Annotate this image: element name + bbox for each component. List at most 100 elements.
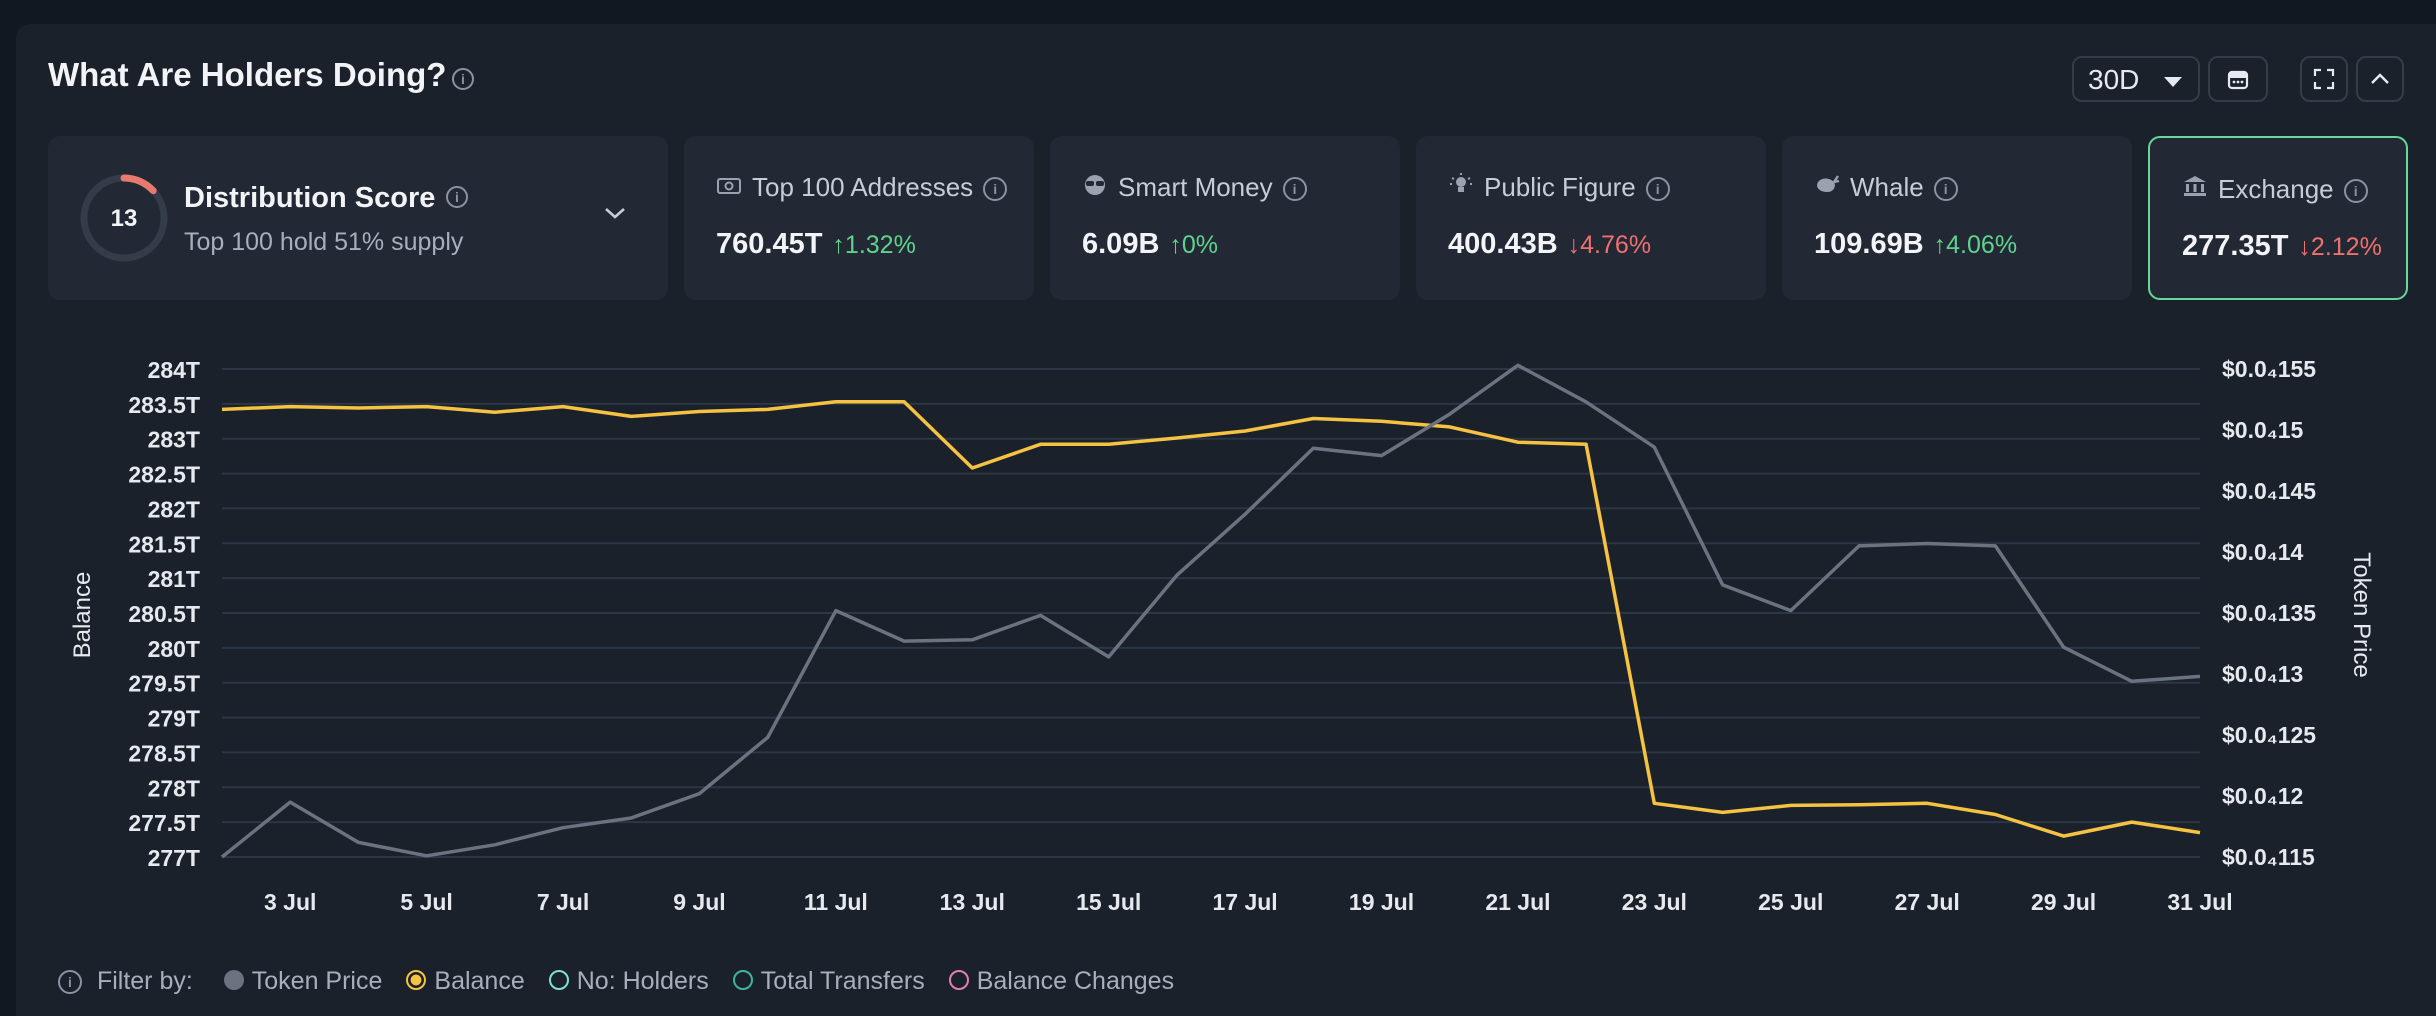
legend-item-label: Balance bbox=[434, 966, 525, 995]
x-tick-label: 13 Jul bbox=[940, 889, 1005, 915]
distribution-subtitle: Top 100 hold 51% supply bbox=[184, 228, 464, 256]
card-label: Exchange i bbox=[2182, 174, 2368, 205]
card-value-text: 277.35T bbox=[2182, 230, 2289, 262]
cash-icon bbox=[716, 172, 742, 203]
y2-tick-label: $0.0₄14 bbox=[2222, 539, 2304, 565]
x-tick-label: 11 Jul bbox=[804, 889, 868, 915]
card-label: Top 100 Addresses i bbox=[716, 172, 1008, 203]
info-icon[interactable]: i bbox=[2343, 179, 2368, 204]
y-tick-label: 283T bbox=[148, 427, 200, 453]
legend-item-balance-changes[interactable]: Balance Changes bbox=[948, 967, 1174, 996]
info-icon: i bbox=[58, 970, 82, 995]
card-label-text: Public Figure bbox=[1484, 172, 1636, 202]
arrow-down-icon: ↓ bbox=[2298, 233, 2311, 261]
card-value: 277.35T ↓2.12% bbox=[2182, 230, 2382, 263]
info-icon[interactable]: i bbox=[1933, 177, 1958, 202]
score-ring: 13 bbox=[80, 174, 168, 262]
y-tick-label: 280T bbox=[148, 636, 200, 662]
y-tick-label: 283.5T bbox=[128, 392, 200, 418]
x-tick-label: 29 Jul bbox=[2031, 889, 2096, 915]
bank-icon bbox=[2182, 174, 2208, 205]
x-tick-label: 25 Jul bbox=[1758, 889, 1823, 915]
y-tick-label: 278T bbox=[148, 775, 200, 801]
fullscreen-icon bbox=[2313, 68, 2335, 90]
series-line-balance bbox=[221, 400, 2201, 838]
card-label: Public Figure i bbox=[1448, 172, 1670, 203]
card-change: ↓2.12% bbox=[2298, 233, 2381, 261]
card-label-text: Smart Money bbox=[1118, 172, 1273, 202]
legend-item-label: Token Price bbox=[251, 966, 383, 995]
distribution-score-card[interactable]: 13 Distribution Score i Top 100 hold 51%… bbox=[48, 136, 668, 300]
y-tick-label: 280.5T bbox=[128, 601, 200, 627]
calendar-button[interactable] bbox=[2208, 56, 2268, 102]
y2-tick-label: $0.0₄135 bbox=[2222, 600, 2316, 626]
card-value-text: 760.45T bbox=[716, 228, 823, 260]
x-tick-label: 27 Jul bbox=[1895, 889, 1960, 915]
arrow-down-icon: ↓ bbox=[1567, 231, 1581, 259]
y-axis-title: Balance bbox=[69, 572, 96, 659]
stat-card-exchange[interactable]: Exchange i 277.35T ↓2.12% bbox=[2148, 136, 2408, 300]
y-tick-label: 279T bbox=[148, 706, 200, 732]
y2-tick-label: $0.0₄13 bbox=[2222, 661, 2303, 687]
bulb-icon bbox=[1448, 172, 1474, 203]
x-tick-label: 31 Jul bbox=[2167, 889, 2232, 915]
sunglasses-icon bbox=[1082, 172, 1108, 203]
stat-card-public-figure[interactable]: Public Figure i 400.43B ↓4.76% bbox=[1416, 136, 1766, 300]
info-icon[interactable]: i bbox=[1282, 177, 1307, 202]
arrow-up-icon: ↑ bbox=[1933, 231, 1947, 259]
y2-tick-label: $0.0₄145 bbox=[2222, 478, 2316, 504]
range-select[interactable]: 30D bbox=[2072, 56, 2200, 102]
card-value: 109.69B ↑4.06% bbox=[1814, 228, 2017, 261]
caret-down-icon bbox=[2164, 77, 2182, 87]
card-change-text: 4.06% bbox=[1946, 231, 2018, 259]
card-value-text: 400.43B bbox=[1448, 228, 1558, 260]
whale-icon bbox=[1814, 172, 1840, 203]
y-tick-label: 282.5T bbox=[128, 462, 200, 488]
y2-tick-label: $0.0₄155 bbox=[2222, 356, 2316, 382]
legend-prefix: i Filter by: bbox=[58, 967, 193, 996]
card-value: 6.09B ↑0% bbox=[1082, 228, 1218, 261]
legend-item-no-holders[interactable]: No: Holders bbox=[548, 966, 709, 996]
x-tick-label: 15 Jul bbox=[1076, 889, 1141, 915]
collapse-button[interactable] bbox=[2356, 56, 2404, 102]
holders-chart: 284T 283.5T 283T 282.5T 282T 281.5T 281T 280.5T… bbox=[69, 356, 2375, 915]
info-icon[interactable]: i bbox=[983, 177, 1008, 202]
legend-item-balance[interactable]: Balance bbox=[406, 966, 525, 996]
info-icon[interactable]: i bbox=[1645, 177, 1670, 202]
card-label: Smart Money i bbox=[1082, 172, 1307, 203]
y-tick-label: 277.5T bbox=[128, 810, 200, 836]
y2-tick-label: $0.0₄15 bbox=[2222, 417, 2304, 443]
card-change: ↑1.32% bbox=[832, 231, 915, 259]
y-tick-label: 281.5T bbox=[128, 531, 200, 557]
y-tick-label: 284T bbox=[148, 357, 200, 383]
legend-dot bbox=[548, 970, 569, 991]
card-label: Whale i bbox=[1814, 172, 1958, 203]
y-tick-label: 279.5T bbox=[128, 671, 200, 697]
card-label-text: Top 100 Addresses bbox=[752, 172, 974, 202]
info-icon[interactable]: i bbox=[446, 186, 468, 208]
x-tick-label: 19 Jul bbox=[1349, 889, 1414, 915]
legend-item-label: Total Transfers bbox=[760, 966, 925, 995]
legend-dot bbox=[948, 970, 969, 991]
fullscreen-button[interactable] bbox=[2300, 56, 2348, 102]
x-tick-label: 21 Jul bbox=[1485, 889, 1550, 915]
stat-card-smart-money[interactable]: Smart Money i 6.09B ↑0% bbox=[1050, 136, 1400, 300]
score-value: 13 bbox=[111, 205, 138, 232]
legend-item-token-price[interactable]: Token Price bbox=[223, 966, 383, 996]
y2-tick-label: $0.0₄115 bbox=[2222, 844, 2315, 870]
legend-item-total-transfers[interactable]: Total Transfers bbox=[732, 966, 925, 996]
x-tick-label: 7 Jul bbox=[537, 889, 589, 915]
chevron-up-icon bbox=[2371, 73, 2389, 84]
y-tick-label: 277T bbox=[148, 845, 200, 871]
legend-dot bbox=[406, 970, 427, 991]
card-change-text: 1.32% bbox=[844, 231, 916, 259]
distribution-title: Distribution Score bbox=[184, 182, 436, 214]
card-change-text: 0% bbox=[1181, 231, 1219, 259]
stat-card-whale[interactable]: Whale i 109.69B ↑4.06% bbox=[1782, 136, 2132, 300]
info-icon[interactable]: i bbox=[452, 68, 474, 90]
stat-card-top-100-addresses[interactable]: Top 100 Addresses i 760.45T ↑1.32% bbox=[684, 136, 1034, 300]
chevron-down-icon[interactable] bbox=[602, 204, 628, 222]
legend-item-label: No: Holders bbox=[576, 966, 709, 995]
y2-tick-label: $0.0₄125 bbox=[2222, 722, 2316, 748]
arrow-up-icon: ↑ bbox=[832, 231, 845, 259]
